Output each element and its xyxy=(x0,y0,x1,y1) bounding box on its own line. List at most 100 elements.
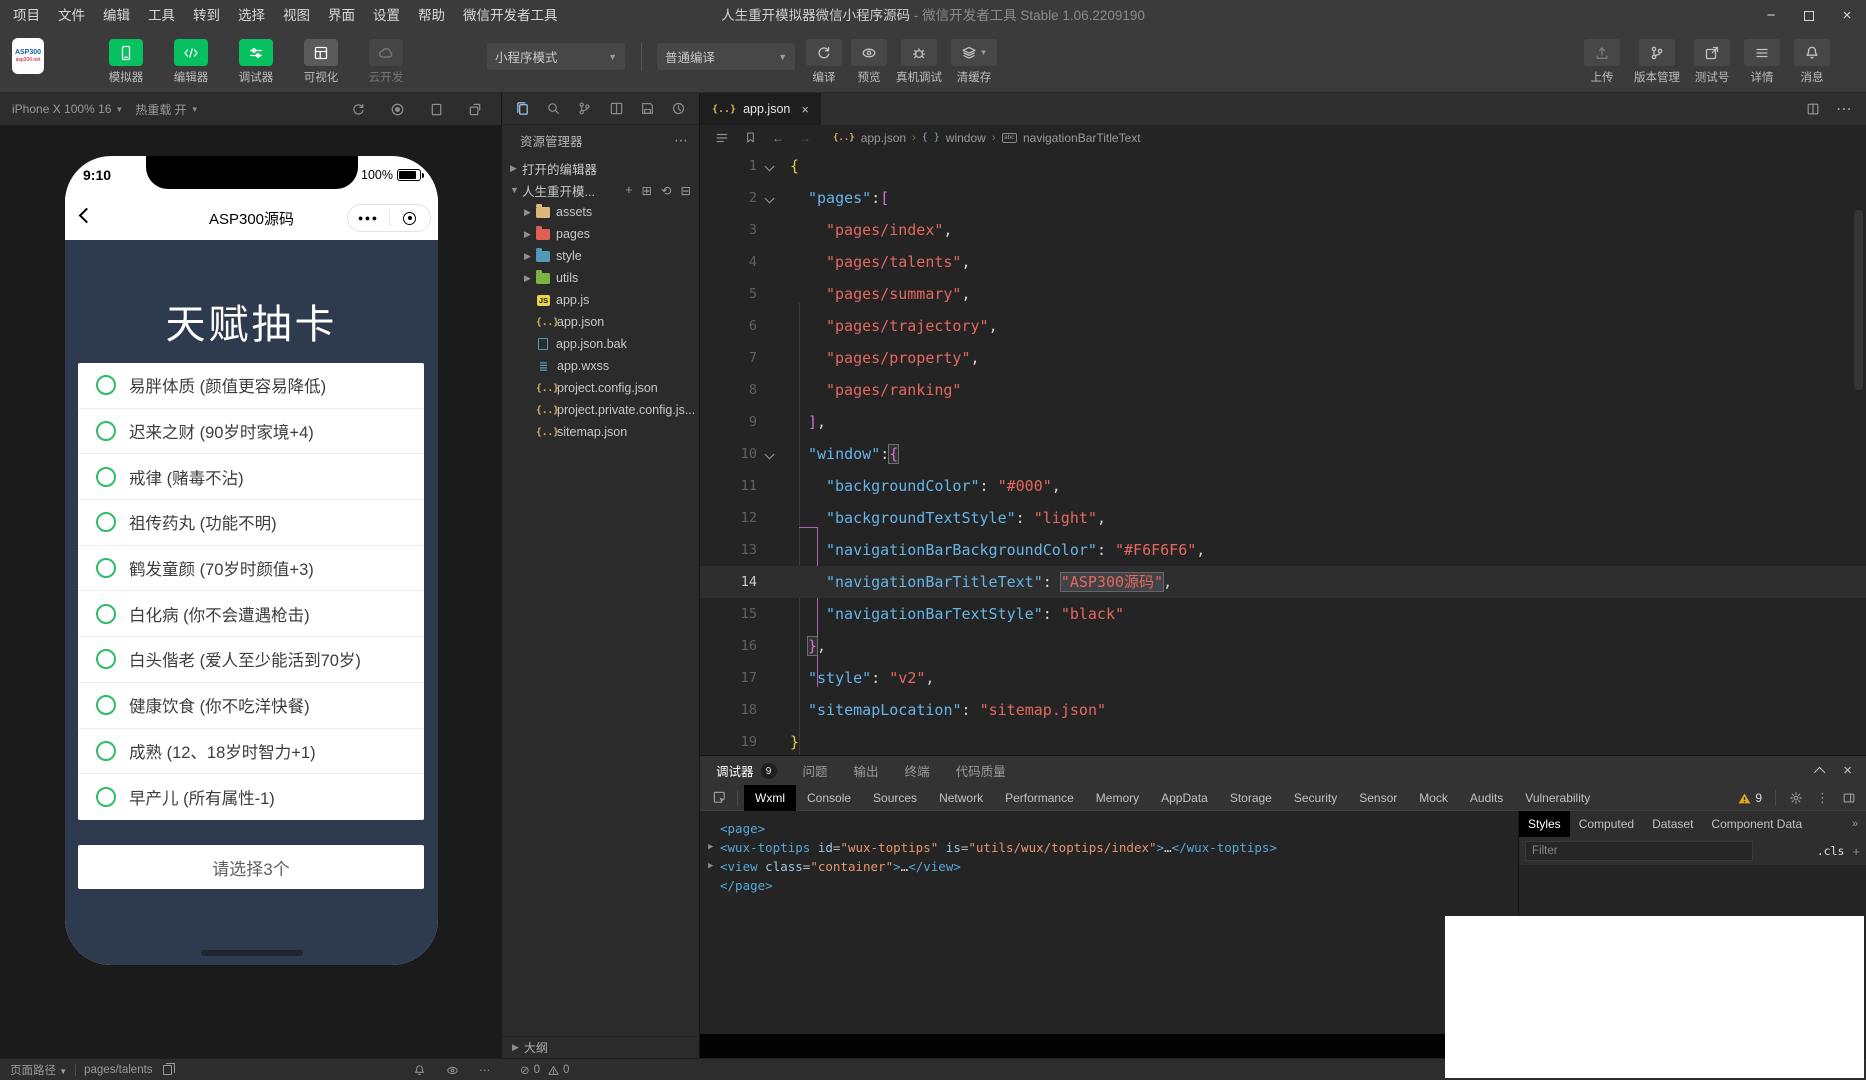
code-line[interactable]: 13"navigationBarBackgroundColor": "#F6F6… xyxy=(700,534,1866,566)
fold-icon[interactable] xyxy=(765,194,775,204)
menu-item-视图[interactable]: 视图 xyxy=(274,0,319,31)
search-icon[interactable] xyxy=(546,101,561,116)
talent-option[interactable]: 鹤发童颜 (70岁时颜值+3) xyxy=(78,546,424,592)
devtools-tab-appdata[interactable]: AppData xyxy=(1150,785,1219,811)
tab-problems[interactable]: 问题 xyxy=(803,761,828,780)
code-line[interactable]: 14"navigationBarTitleText": "ASP300源码", xyxy=(700,566,1866,598)
cloud-dev-button[interactable]: 云开发 xyxy=(364,39,408,85)
rotate-device-icon[interactable] xyxy=(468,102,483,117)
radio-icon[interactable] xyxy=(96,695,116,715)
devtools-tab-console[interactable]: Console xyxy=(796,785,862,811)
upload-button[interactable]: 上传 xyxy=(1584,39,1620,85)
menu-item-编辑[interactable]: 编辑 xyxy=(94,0,139,31)
menu-item-转到[interactable]: 转到 xyxy=(184,0,229,31)
code-line[interactable]: 12"backgroundTextStyle": "light", xyxy=(700,502,1866,534)
new-folder-icon[interactable]: ⊞ xyxy=(642,183,652,198)
refresh-icon[interactable]: ⟲ xyxy=(661,183,671,198)
hot-reload-toggle[interactable]: 热重载 开▼ xyxy=(135,101,198,118)
copy-icon[interactable] xyxy=(163,1065,172,1075)
compile-button[interactable]: 编译 xyxy=(806,39,842,85)
menu-item-微信开发者工具[interactable]: 微信开发者工具 xyxy=(454,0,567,31)
style-filter-input[interactable]: Filter xyxy=(1525,841,1753,861)
warning-counter[interactable]: 9 xyxy=(1738,791,1762,805)
menu-item-文件[interactable]: 文件 xyxy=(49,0,94,31)
radio-icon[interactable] xyxy=(96,421,116,441)
expand-icon[interactable]: ▶ xyxy=(708,838,713,857)
kebab-menu-icon[interactable]: ⋮ xyxy=(1816,790,1829,806)
radio-icon[interactable] xyxy=(96,604,116,624)
code-line[interactable]: 16}, xyxy=(700,630,1866,662)
menu-item-工具[interactable]: 工具 xyxy=(139,0,184,31)
fold-icon[interactable] xyxy=(765,162,775,172)
files-icon[interactable] xyxy=(515,101,530,116)
talent-option[interactable]: 迟来之财 (90岁时家境+4) xyxy=(78,409,424,455)
wxml-node[interactable]: <page> xyxy=(708,819,1518,838)
close-tab-icon[interactable]: × xyxy=(801,102,809,117)
talent-option[interactable]: 成熟 (12、18岁时智力+1) xyxy=(78,729,424,775)
code-line[interactable]: 8"pages/ranking" xyxy=(700,374,1866,406)
talent-option[interactable]: 健康饮食 (你不吃洋快餐) xyxy=(78,683,424,729)
radio-icon[interactable] xyxy=(96,558,116,578)
breadcrumb-item[interactable]: app.json xyxy=(861,131,906,145)
expand-icon[interactable]: ▶ xyxy=(708,857,713,876)
tree-item-app.json[interactable]: {..}app.json xyxy=(502,311,699,333)
more-icon[interactable]: ⋯ xyxy=(674,132,689,149)
more-icon[interactable]: ⋯ xyxy=(479,1063,491,1077)
code-line[interactable]: 9], xyxy=(700,406,1866,438)
devtools-tab-audits[interactable]: Audits xyxy=(1459,785,1514,811)
devtools-tab-network[interactable]: Network xyxy=(928,785,994,811)
minimize-button[interactable]: − xyxy=(1752,0,1790,31)
dock-icon[interactable] xyxy=(1842,791,1856,805)
tree-item-assets[interactable]: ▶assets xyxy=(502,201,699,223)
visualization-button[interactable]: 可视化 xyxy=(299,39,343,85)
more-tabs-icon[interactable]: » xyxy=(1852,818,1858,830)
close-panel-icon[interactable]: × xyxy=(1843,762,1852,779)
menu-item-项目[interactable]: 项目 xyxy=(4,0,49,31)
more-icon[interactable]: ⋯ xyxy=(1836,99,1852,119)
devtools-tab-storage[interactable]: Storage xyxy=(1219,785,1283,811)
capsule-home-icon[interactable] xyxy=(390,212,431,225)
compile-mode-select[interactable]: 普通编译▼ xyxy=(657,43,795,70)
tree-item-project.config.json[interactable]: {..}project.config.json xyxy=(502,377,699,399)
remote-debug-button[interactable]: 真机调试 xyxy=(896,39,942,85)
tab-computed[interactable]: Computed xyxy=(1570,811,1643,837)
tree-item-sitemap.json[interactable]: {..}sitemap.json xyxy=(502,421,699,443)
add-style-icon[interactable]: + xyxy=(1852,844,1860,859)
maximize-button[interactable] xyxy=(1790,0,1828,31)
tree-project-root[interactable]: ▼人生重开模...+⊞⟲⊟ xyxy=(502,179,699,201)
tree-item-project.private.config.js...[interactable]: {..}project.private.config.js... xyxy=(502,399,699,421)
tab-output[interactable]: 输出 xyxy=(854,761,879,780)
radio-icon[interactable] xyxy=(96,649,116,669)
tab-dataset[interactable]: Dataset xyxy=(1643,811,1702,837)
wxml-node[interactable]: ▶<wux-toptips id="wux-toptips" is="utils… xyxy=(708,838,1518,857)
editor-button[interactable]: 编辑器 xyxy=(169,39,213,85)
devtools-tab-memory[interactable]: Memory xyxy=(1085,785,1150,811)
talent-option[interactable]: 早产儿 (所有属性-1) xyxy=(78,774,424,820)
problems-counter[interactable]: ⊘ 0 0 xyxy=(520,1059,569,1080)
new-file-icon[interactable]: + xyxy=(625,183,632,198)
tab-app-json[interactable]: {..} app.json × xyxy=(700,93,821,125)
close-button[interactable]: × xyxy=(1828,0,1866,31)
radio-icon[interactable] xyxy=(96,787,116,807)
code-line[interactable]: 7"pages/property", xyxy=(700,342,1866,374)
device-frame-icon[interactable] xyxy=(429,102,444,117)
devtools-tab-vulnerability[interactable]: Vulnerability xyxy=(1514,785,1601,811)
save-icon[interactable] xyxy=(640,101,655,116)
simulator-button[interactable]: 模拟器 xyxy=(104,39,148,85)
fold-icon[interactable] xyxy=(765,450,775,460)
tree-item-pages[interactable]: ▶pages xyxy=(502,223,699,245)
devtools-tab-sensor[interactable]: Sensor xyxy=(1348,785,1408,811)
code-line[interactable]: 6"pages/trajectory", xyxy=(700,310,1866,342)
devtools-tab-wxml[interactable]: Wxml xyxy=(744,785,796,811)
page-path-label[interactable]: 页面路径 ▼ xyxy=(10,1062,67,1078)
code-line[interactable]: 2"pages":[ xyxy=(700,182,1866,214)
talent-option[interactable]: 易胖体质 (颜值更容易降低) xyxy=(78,363,424,409)
breadcrumb-item[interactable]: navigationBarTitleText xyxy=(1023,131,1141,145)
tree-item-app.js[interactable]: JSapp.js xyxy=(502,289,699,311)
devtools-tab-security[interactable]: Security xyxy=(1283,785,1348,811)
code-line[interactable]: 3"pages/index", xyxy=(700,214,1866,246)
outline-section[interactable]: ▶ 大纲 xyxy=(502,1036,699,1058)
tool-icon[interactable] xyxy=(671,101,686,116)
tab-code-quality[interactable]: 代码质量 xyxy=(956,761,1006,780)
device-select[interactable]: iPhone X 100% 16▼ xyxy=(12,102,123,116)
